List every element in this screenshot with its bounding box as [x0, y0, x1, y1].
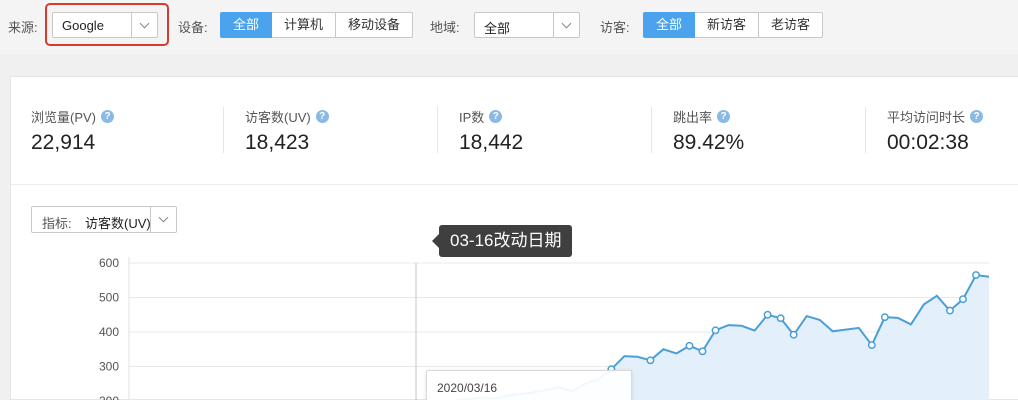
region-select[interactable]: 全部 [474, 12, 580, 38]
chevron-down-icon [561, 18, 572, 29]
data-point [685, 341, 694, 350]
region-dropdown-toggle[interactable] [553, 13, 579, 37]
tooltip-date: 2020/03/16 [437, 381, 498, 395]
metric-select[interactable]: 指标: 访客数(UV) [31, 206, 177, 233]
filter-bar: 来源: Google 设备: 全部 计算机 移动设备 地域: 全部 访客: 全部… [0, 0, 1018, 54]
device-option-all[interactable]: 全部 [220, 12, 273, 38]
metric-value: 访客数(UV) [85, 216, 151, 231]
y-tick-label: 400 [99, 325, 119, 339]
region-label: 地域: [430, 20, 460, 35]
annotation-callout: 03-16改动日期 [431, 225, 573, 257]
y-tick-label: 500 [99, 291, 119, 305]
data-point [789, 330, 798, 339]
visitor-segmented-control: 全部 新访客 老访客 [643, 12, 824, 38]
visitor-label: 访客: [600, 20, 630, 35]
chevron-down-icon [158, 212, 169, 223]
y-tick-label: 300 [99, 360, 119, 374]
data-point [972, 271, 980, 280]
data-point [763, 310, 772, 319]
visitor-option-all[interactable]: 全部 [643, 12, 696, 38]
data-point [880, 313, 889, 322]
analytics-panel: 浏览量(PV)? 22,914 访客数(UV)? 18,423 IP数? 18,… [10, 76, 1018, 400]
highlight-box [45, 3, 169, 46]
data-point [867, 341, 876, 350]
device-label: 设备: [178, 20, 208, 35]
data-point [945, 306, 954, 315]
source-label: 来源: [8, 20, 38, 35]
data-point [959, 295, 967, 304]
device-option-computer[interactable]: 计算机 [271, 12, 337, 38]
data-point [776, 314, 785, 323]
device-option-mobile[interactable]: 移动设备 [335, 12, 414, 38]
metric-dropdown-toggle[interactable] [150, 207, 176, 232]
data-point [698, 347, 707, 356]
region-value: 全部 [484, 21, 511, 36]
y-tick-label: 600 [99, 256, 119, 270]
visitor-option-returning[interactable]: 老访客 [758, 12, 824, 38]
chart-tooltip: 2020/03/16 [426, 370, 632, 400]
data-point [646, 356, 655, 365]
device-segmented-control: 全部 计算机 移动设备 [220, 12, 414, 38]
visitor-option-new[interactable]: 新访客 [694, 12, 760, 38]
metric-label: 指标: [42, 216, 72, 231]
y-tick-label: 200 [99, 394, 119, 400]
data-point [711, 326, 720, 335]
